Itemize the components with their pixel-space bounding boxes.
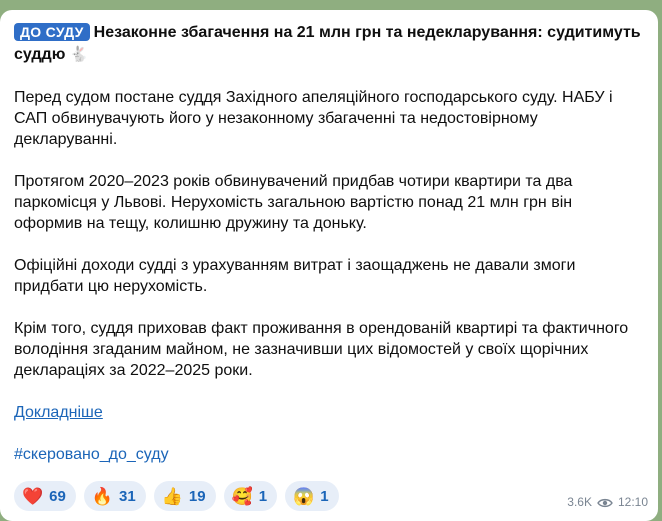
paragraph-4: Крім того, суддя приховав факт проживанн… [14,320,629,379]
reaction-count: 19 [188,487,206,505]
hashtag-link[interactable]: #скеровано_до_суду [14,446,169,463]
reaction-fire[interactable]: 🔥 31 [83,481,146,511]
reaction-smiling-face-with-hearts[interactable]: 🥰 1 [223,481,278,511]
reaction-screaming-face[interactable]: 😱 1 [285,481,339,511]
post-title-text: Незаконне збагачення на 21 млн грн та не… [14,24,641,63]
read-more-link[interactable]: Докладніше [14,404,103,421]
reaction-count: 1 [320,487,329,505]
smiling-face-with-hearts-icon: 🥰 [231,486,253,506]
message-meta: 3.6K 12:10 [567,492,648,513]
reaction-count: 1 [258,487,268,505]
reaction-count: 69 [49,487,66,505]
message-bubble: ДО СУДУ Незаконне збагачення на 21 млн гр… [0,10,658,521]
heart-icon: ❤️ [22,486,44,506]
views-count: 3.6K [567,495,592,509]
category-tag: ДО СУДУ [14,23,90,41]
eye-icon [597,498,613,507]
thumbs-up-icon: 👍 [161,486,183,506]
message-time: 12:10 [617,495,648,509]
reactions-bar: ❤️ 69 🔥 31 👍 19 🥰 1 😱 1 [14,481,339,511]
post-title: ДО СУДУ Незаконне збагачення на 21 млн гр… [14,22,644,66]
screaming-face-icon: 😱 [293,486,315,506]
rabbit-emoji-icon: 🐇 [69,46,89,63]
fire-icon: 🔥 [91,486,114,506]
paragraph-2: Протягом 2020–2023 років обвинувачений п… [14,173,573,232]
reaction-count: 31 [119,487,136,505]
paragraph-3: Офіційні доходи судді з урахуванням витр… [14,257,576,295]
paragraph-1: Перед судом постане суддя Західного апел… [14,89,613,148]
reaction-thumbs-up[interactable]: 👍 19 [153,481,216,511]
reaction-heart[interactable]: ❤️ 69 [14,481,76,511]
